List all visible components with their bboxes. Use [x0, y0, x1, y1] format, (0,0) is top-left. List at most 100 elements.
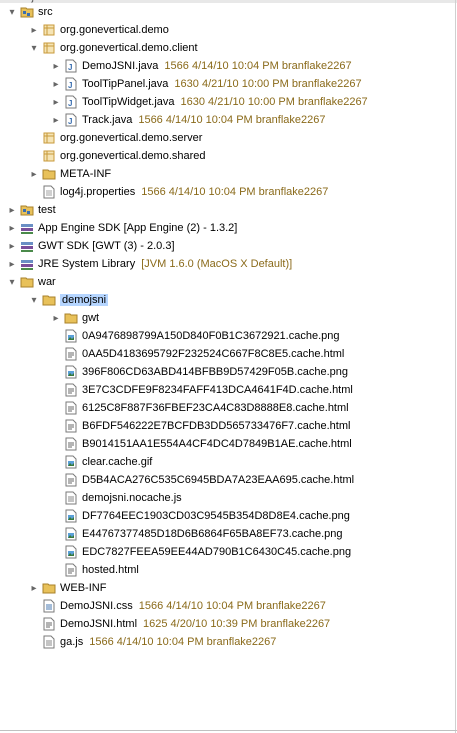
tree-item-label: src	[38, 6, 53, 18]
tree-row[interactable]: META-INF	[28, 165, 111, 183]
tree-item-meta: 1566 4/14/10 10:04 PM branflake2267	[164, 60, 352, 72]
tree-row[interactable]: 3E7C3CDFE9F8234FAFF413DCA4641F4D.cache.h…	[50, 381, 353, 399]
tree-row[interactable]: ga.js 1566 4/14/10 10:04 PM branflake2267	[28, 633, 276, 651]
package-icon	[42, 23, 56, 37]
chevron-right-icon[interactable]	[50, 309, 62, 327]
java-file-icon: J	[64, 59, 78, 73]
chevron-right-icon[interactable]	[28, 21, 40, 39]
tree-row[interactable]: org.gonevertical.demo.client	[28, 39, 198, 57]
tree-row[interactable]: App Engine SDK [App Engine (2) - 1.3.2]	[6, 219, 237, 237]
properties-file-icon	[42, 185, 56, 199]
image-file-icon	[64, 455, 78, 469]
folder-icon	[20, 275, 34, 289]
tree-item-label: org.gonevertical.demo	[60, 24, 169, 36]
tree-row[interactable]: JRE System Library [JVM 1.6.0 (MacOS X De…	[6, 255, 292, 273]
tree-row[interactable]: J ToolTipWidget.java 1630 4/21/10 10:00 PM…	[50, 93, 368, 111]
folder-icon	[42, 293, 56, 307]
tree-row[interactable]: org.gonevertical.demo.shared	[28, 147, 206, 165]
tree-row[interactable]: DF7764EEC1903CD03C9545B354D8D8E4.cache.p…	[50, 507, 350, 525]
tree-item-label: App Engine SDK [App Engine (2) - 1.3.2]	[38, 222, 238, 234]
tree-item-label: demojsni	[60, 294, 109, 306]
tree-row[interactable]: 0A9476898799A150D840F0B1C3672921.cache.p…	[50, 327, 340, 345]
tree-item-label: DemoJSNI.java	[82, 60, 159, 72]
tree-item-label: log4j.properties	[60, 186, 136, 198]
tree-item-label: 0A9476898799A150D840F0B1C3672921.cache.p…	[82, 330, 340, 342]
js-file-icon	[42, 635, 56, 649]
tree-item-label: gwt	[82, 312, 100, 324]
tree-row[interactable]: test	[6, 201, 56, 219]
tree-row[interactable]: J Track.java 1566 4/14/10 10:04 PM branfla…	[50, 111, 325, 129]
image-file-icon	[64, 365, 78, 379]
chevron-right-icon[interactable]	[50, 57, 62, 75]
chevron-down-icon[interactable]	[6, 3, 18, 21]
tree-row[interactable]: war	[6, 273, 56, 291]
chevron-right-icon[interactable]	[6, 255, 18, 273]
tree-row[interactable]: demojsni.nocache.js	[50, 489, 182, 507]
tree-row[interactable]: 0AA5D4183695792F232524C667F8C8E5.cache.h…	[50, 345, 344, 363]
image-file-icon	[64, 527, 78, 541]
tree-item-label: B9014151AA1E554A4CF4DC4D7849B1AE.cache.h…	[82, 438, 352, 450]
chevron-right-icon[interactable]	[6, 201, 18, 219]
tree-row[interactable]: log4j.properties 1566 4/14/10 10:04 PM br…	[28, 183, 328, 201]
tree-item-label: hosted.html	[82, 564, 139, 576]
chevron-right-icon[interactable]	[50, 111, 62, 129]
tree-item-label: ToolTipPanel.java	[82, 78, 169, 90]
tree-row[interactable]: E44767377485D18D6B6864F65BA8EF73.cache.p…	[50, 525, 343, 543]
tree-row[interactable]: org.gonevertical.demo	[28, 21, 169, 39]
image-file-icon	[64, 545, 78, 559]
chevron-right-icon[interactable]	[6, 237, 18, 255]
chevron-right-icon[interactable]	[28, 165, 40, 183]
tree-item-label: DF7764EEC1903CD03C9545B354D8D8E4.cache.p…	[82, 510, 350, 522]
folder-icon	[42, 167, 56, 181]
tree-item-meta: 1566 4/14/10 10:04 PM branflake2267	[141, 186, 329, 198]
tree-row[interactable]: DemoJSNI.html 1625 4/20/10 10:39 PM branf…	[28, 615, 330, 633]
chevron-down-icon[interactable]	[28, 291, 40, 309]
chevron-right-icon[interactable]	[28, 579, 40, 597]
tree-row[interactable]: 6125C8F887F36FBEF23CA4C83D8888E8.cache.h…	[50, 399, 349, 417]
tree-row[interactable]: J ToolTipPanel.java 1630 4/21/10 10:00 PM …	[50, 75, 362, 93]
tree-item-label: B6FDF546222E7BCFDB3DD565733476F7.cache.h…	[82, 420, 351, 432]
java-file-icon: J	[64, 95, 78, 109]
chevron-right-icon[interactable]	[50, 75, 62, 93]
tree-item-label: ToolTipWidget.java	[82, 96, 175, 108]
library-icon	[20, 239, 34, 253]
tree-row[interactable]: EDC7827FEEA59EE44AD790B1C6430C45.cache.p…	[50, 543, 351, 561]
tree-row[interactable]: clear.cache.gif	[50, 453, 152, 471]
tree-item-label: test	[38, 204, 56, 216]
bottom-border	[0, 730, 457, 731]
tree-row[interactable]: gwt	[50, 309, 99, 327]
tree-item-meta: 1630 4/21/10 10:00 PM branflake2267	[174, 78, 362, 90]
tree-row[interactable]: hosted.html	[50, 561, 139, 579]
tree-item-label: GWT SDK [GWT (3) - 2.0.3]	[38, 240, 175, 252]
js-file-icon	[64, 491, 78, 505]
tree-row[interactable]: WEB-INF	[28, 579, 106, 597]
chevron-down-icon[interactable]	[28, 39, 40, 57]
svg-text:J: J	[68, 99, 72, 108]
chevron-right-icon[interactable]	[50, 93, 62, 111]
library-icon	[20, 257, 34, 271]
tree-row[interactable]: src	[6, 3, 53, 21]
tree-row[interactable]: DemoJSNI.css 1566 4/14/10 10:04 PM branfl…	[28, 597, 326, 615]
html-file-icon	[64, 419, 78, 433]
chevron-right-icon[interactable]	[6, 219, 18, 237]
tree-item-label: Track.java	[82, 114, 133, 126]
tree-item-meta: 1566 4/14/10 10:04 PM branflake2267	[89, 636, 277, 648]
tree-row[interactable]: org.gonevertical.demo.server	[28, 129, 202, 147]
tree-item-label: D5B4ACA276C535C6945BDA7A23EAA695.cache.h…	[82, 474, 355, 486]
tree-row[interactable]: J DemoJSNI.java 1566 4/14/10 10:04 PM bran…	[50, 57, 352, 75]
tree-item-label: war	[38, 276, 56, 288]
tree-row[interactable]: B9014151AA1E554A4CF4DC4D7849B1AE.cache.h…	[50, 435, 352, 453]
tree-item-label: 3E7C3CDFE9F8234FAFF413DCA4641F4D.cache.h…	[82, 384, 353, 396]
tree-item-label: 396F806CD63ABD414BFBB9D57429F05B.cache.p…	[82, 366, 349, 378]
package-icon	[42, 149, 56, 163]
tree-item-meta: 1566 4/14/10 10:04 PM branflake2267	[138, 114, 326, 126]
java-file-icon: J	[64, 113, 78, 127]
html-file-icon	[64, 437, 78, 451]
tree-row[interactable]: demojsni	[28, 291, 109, 309]
tree-row[interactable]: GWT SDK [GWT (3) - 2.0.3]	[6, 237, 175, 255]
tree-row[interactable]: B6FDF546222E7BCFDB3DD565733476F7.cache.h…	[50, 417, 350, 435]
tree-row[interactable]: D5B4ACA276C535C6945BDA7A23EAA695.cache.h…	[50, 471, 354, 489]
tree-row[interactable]: 396F806CD63ABD414BFBB9D57429F05B.cache.p…	[50, 363, 348, 381]
chevron-down-icon[interactable]	[6, 273, 18, 291]
tree-item-label: DemoJSNI.css	[60, 600, 133, 612]
